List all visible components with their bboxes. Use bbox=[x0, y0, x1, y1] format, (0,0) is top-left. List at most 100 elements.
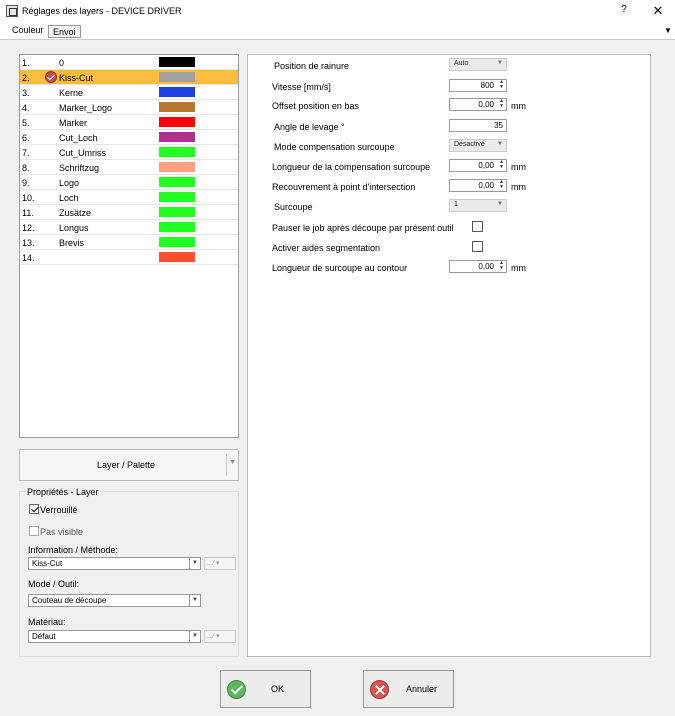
layer-row[interactable]: 2. Kiss-Cut bbox=[20, 70, 238, 85]
layer-row[interactable]: 13. Brevis bbox=[20, 235, 238, 250]
speed-label: Vitesse [mm/s] bbox=[272, 82, 331, 92]
layer-name: Zusätze bbox=[59, 208, 92, 218]
layer-color-swatch[interactable] bbox=[159, 207, 195, 217]
groove-position-select[interactable]: Auto ▼ bbox=[449, 58, 507, 71]
overcut-select[interactable]: 1 ▼ bbox=[449, 199, 507, 212]
info-method-select[interactable]: Kiss-Cut ▼ bbox=[28, 557, 201, 570]
layer-name: Loch bbox=[59, 193, 79, 203]
ok-button[interactable]: OK bbox=[220, 670, 311, 708]
tab-envoi[interactable]: Envoi bbox=[48, 25, 81, 38]
chevron-down-icon: ▼ bbox=[189, 595, 200, 606]
layer-row[interactable]: 7. Cut_Umriss bbox=[20, 145, 238, 160]
layer-name: Schriftzug bbox=[59, 163, 100, 173]
layer-color-swatch[interactable] bbox=[159, 252, 195, 262]
chevron-down-icon: ▼ bbox=[497, 60, 503, 66]
speed-input[interactable]: 800 ▲ ▼ bbox=[449, 79, 507, 92]
layer-row[interactable]: 5. Marker bbox=[20, 115, 238, 130]
check-circle-icon bbox=[227, 680, 246, 699]
layer-number: 14. bbox=[22, 253, 35, 263]
layer-color-swatch[interactable] bbox=[159, 147, 195, 157]
mode-tool-select[interactable]: Couteau de découpe ▼ bbox=[28, 594, 201, 607]
overcut-comp-mode-label: Mode compensation surcoupe bbox=[274, 142, 395, 152]
pause-job-checkbox[interactable] bbox=[472, 221, 483, 232]
layer-row[interactable]: 1. 0 bbox=[20, 55, 238, 70]
spin-down-icon[interactable]: ▼ bbox=[499, 184, 504, 190]
layer-row[interactable]: 10. Loch bbox=[20, 190, 238, 205]
speed-value: 800 bbox=[480, 81, 494, 90]
layer-row[interactable]: 9. Logo bbox=[20, 175, 238, 190]
spin-down-icon[interactable]: ▼ bbox=[499, 103, 504, 109]
layer-number: 9. bbox=[22, 178, 30, 188]
layer-name: Cut_Loch bbox=[59, 133, 98, 143]
not-visible-label: Pas visible bbox=[40, 527, 84, 537]
tab-menu-arrow-icon[interactable]: ▼ bbox=[664, 26, 672, 35]
layer-color-swatch[interactable] bbox=[159, 132, 195, 142]
spinner-icon[interactable]: ▲ ▼ bbox=[498, 99, 505, 109]
groove-position-value: Auto bbox=[454, 60, 469, 67]
layer-color-swatch[interactable] bbox=[159, 87, 195, 97]
layer-name: 0 bbox=[59, 58, 65, 68]
chevron-down-icon: ▼ bbox=[189, 558, 200, 569]
contour-overcut-length-input[interactable]: 0,00 ▲ ▼ bbox=[449, 260, 507, 273]
lift-angle-input[interactable]: 35 bbox=[449, 119, 507, 132]
split-divider bbox=[226, 454, 227, 476]
spin-down-icon[interactable]: ▼ bbox=[499, 164, 504, 170]
intersection-overlap-value: 0,00 bbox=[478, 181, 494, 190]
close-button[interactable]: ✕ bbox=[648, 3, 668, 19]
layer-color-swatch[interactable] bbox=[159, 162, 195, 172]
layer-row[interactable]: 14. bbox=[20, 250, 238, 265]
layer-color-swatch[interactable] bbox=[159, 192, 195, 202]
layer-number: 4. bbox=[22, 103, 30, 113]
layer-row[interactable]: 11. Zusätze bbox=[20, 205, 238, 220]
intersection-overlap-input[interactable]: 0,00 ▲ ▼ bbox=[449, 179, 507, 192]
layer-number: 1. bbox=[22, 58, 30, 68]
overcut-comp-mode-select[interactable]: Désactivé ▼ bbox=[449, 139, 507, 152]
offset-bottom-input[interactable]: 0,00 ▲ ▼ bbox=[449, 98, 507, 111]
layer-color-swatch[interactable] bbox=[159, 57, 195, 67]
locked-checkbox[interactable] bbox=[29, 504, 39, 514]
layer-row[interactable]: 6. Cut_Loch bbox=[20, 130, 238, 145]
chevron-down-icon: ▼ bbox=[497, 201, 503, 207]
layer-palette-button[interactable]: Layer / Palette ▼ bbox=[19, 449, 239, 481]
app-icon bbox=[6, 5, 18, 17]
cancel-button[interactable]: Annuler bbox=[363, 670, 454, 708]
cancel-circle-icon bbox=[370, 680, 389, 699]
layer-row[interactable]: 8. Schriftzug bbox=[20, 160, 238, 175]
offset-bottom-value: 0,00 bbox=[478, 100, 494, 109]
spinner-icon[interactable]: ▲ ▼ bbox=[498, 160, 505, 170]
layer-list[interactable]: 1. 0 2. Kiss-Cut 3. Kerne 4. Marker_Logo 5. Marke… bbox=[19, 54, 239, 438]
overcut-comp-length-label: Longueur de la compensation surcoupe bbox=[272, 162, 431, 172]
spin-down-icon[interactable]: ▼ bbox=[499, 84, 504, 90]
tab-couleur[interactable]: Couleur bbox=[8, 24, 48, 38]
layer-color-swatch[interactable] bbox=[159, 237, 195, 247]
material-select[interactable]: Défaut ▼ bbox=[28, 630, 201, 643]
chevron-down-icon[interactable]: ▼ bbox=[229, 459, 236, 466]
groove-position-label: Position de rainure bbox=[274, 61, 350, 71]
layer-row[interactable]: 12. Longus bbox=[20, 220, 238, 235]
lift-angle-label: Angle de levage ° bbox=[274, 122, 345, 132]
layer-color-swatch[interactable] bbox=[159, 177, 195, 187]
layer-row[interactable]: 3. Kerne bbox=[20, 85, 238, 100]
mode-tool-value: Couteau de découpe bbox=[32, 596, 107, 605]
material-extra-button[interactable]: ...∕ ▾ bbox=[204, 630, 236, 643]
help-button[interactable]: ? bbox=[614, 4, 634, 18]
not-visible-checkbox[interactable] bbox=[29, 526, 39, 536]
spin-down-icon[interactable]: ▼ bbox=[499, 265, 504, 271]
spinner-icon[interactable]: ▲ ▼ bbox=[498, 261, 505, 271]
chevron-down-icon: ▼ bbox=[189, 631, 200, 642]
ok-button-label: OK bbox=[271, 684, 285, 694]
segmentation-aids-checkbox[interactable] bbox=[472, 241, 483, 252]
window-title: Réglages des layers - DEVICE DRIVER bbox=[22, 6, 182, 16]
layer-color-swatch[interactable] bbox=[159, 72, 195, 82]
layer-color-swatch[interactable] bbox=[159, 222, 195, 232]
spinner-icon[interactable]: ▲ ▼ bbox=[498, 180, 505, 190]
layer-color-swatch[interactable] bbox=[159, 102, 195, 112]
layer-name: Marker bbox=[59, 118, 88, 128]
layer-number: 5. bbox=[22, 118, 30, 128]
overcut-comp-length-input[interactable]: 0,00 ▲ ▼ bbox=[449, 159, 507, 172]
info-method-extra-button[interactable]: ...∕ ▾ bbox=[204, 557, 236, 570]
layer-row[interactable]: 4. Marker_Logo bbox=[20, 100, 238, 115]
layer-color-swatch[interactable] bbox=[159, 117, 195, 127]
spinner-icon[interactable]: ▲ ▼ bbox=[498, 80, 505, 90]
locked-label: Verrouillé bbox=[40, 505, 78, 515]
